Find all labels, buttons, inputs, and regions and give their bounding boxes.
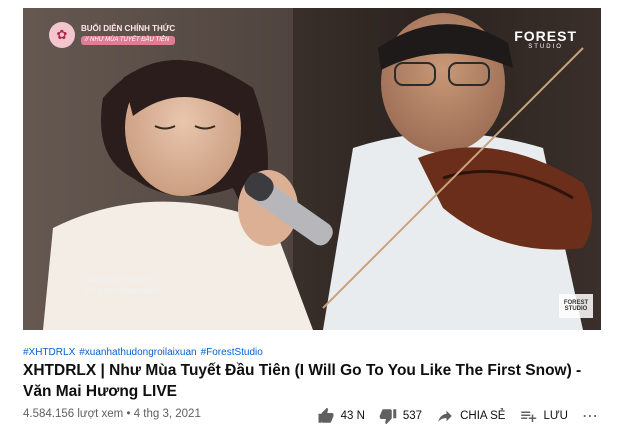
forest-studio-logo: FOREST STUDIO xyxy=(514,28,577,50)
lyrics-line-2: Khi lá thư đã tan khắp lối xyxy=(85,287,163,295)
lyrics-line-1: Chắc là tuyết đang rơi xyxy=(85,277,154,284)
hashtag-list: #XHTDRLX #xuanhathudongroilaixuan #Fores… xyxy=(23,347,263,358)
watermark-sub: STUDIO xyxy=(564,306,588,312)
lyrics-subtitle: Chắc là tuyết đang rơi Khi lá thư đã tan… xyxy=(85,276,162,297)
share-icon xyxy=(438,410,452,422)
hashtag-link[interactable]: #XHTDRLX xyxy=(23,347,75,358)
meta-separator: • xyxy=(126,408,131,420)
like-count: 43 N xyxy=(340,410,365,422)
publish-date: 4 thg 3, 2021 xyxy=(133,408,201,420)
playlist-add-icon xyxy=(521,411,537,422)
save-label: LƯU xyxy=(543,410,568,422)
show-badge-icon: ✿ xyxy=(49,22,75,48)
more-actions-button[interactable]: ⋯ xyxy=(582,406,598,426)
video-meta: 4.584.156 lượt xem • 4 thg 3, 2021 xyxy=(23,408,201,420)
like-button[interactable]: 43 N xyxy=(317,407,365,425)
share-label: CHIA SẺ xyxy=(460,410,506,422)
dislike-button[interactable]: 537 xyxy=(379,407,422,425)
action-bar: 43 N 537 CHIA SẺ LƯU ⋯ xyxy=(317,406,598,426)
brand-name: FOREST xyxy=(514,28,577,44)
thumbs-down-icon xyxy=(379,409,397,425)
more-icon: ⋯ xyxy=(582,408,598,425)
channel-watermark[interactable]: FOREST STUDIO xyxy=(559,294,593,318)
video-player[interactable]: ✿ BUỔI DIỄN CHÍNH THỨC // NHƯ MÙA TUYẾT … xyxy=(23,8,601,330)
overlay-subtitle: // NHƯ MÙA TUYẾT ĐẦU TIÊN xyxy=(81,36,176,45)
view-count: 4.584.156 lượt xem xyxy=(23,408,124,420)
dislike-count: 537 xyxy=(402,410,423,422)
share-button[interactable]: CHIA SẺ xyxy=(436,407,505,425)
overlay-title: BUỔI DIỄN CHÍNH THỨC xyxy=(81,24,176,34)
hashtag-link[interactable]: #xuanhathudongroilaixuan xyxy=(79,347,196,358)
show-logo: ✿ BUỔI DIỄN CHÍNH THỨC // NHƯ MÙA TUYẾT … xyxy=(49,22,176,48)
hashtag-link[interactable]: #ForestStudio xyxy=(201,347,263,358)
save-button[interactable]: LƯU xyxy=(519,407,568,425)
brand-sub: STUDIO xyxy=(528,44,563,50)
thumbs-up-icon xyxy=(318,407,334,423)
video-title: XHTDRLX | Như Mùa Tuyết Đầu Tiên (I Will… xyxy=(23,362,582,400)
